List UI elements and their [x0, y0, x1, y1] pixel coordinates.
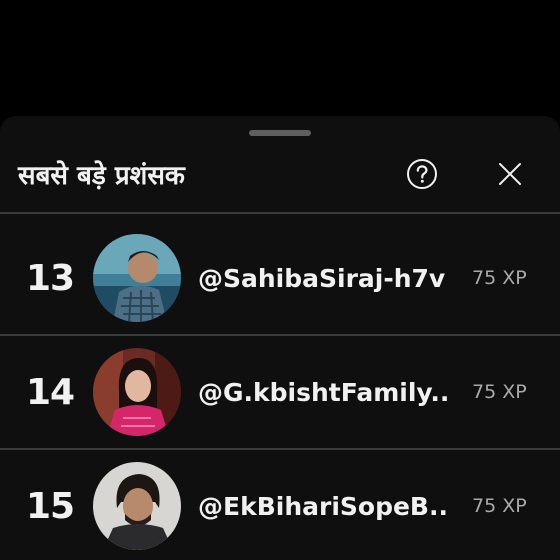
top-fans-sheet: सबसे बड़े प्रशंसक 13 @SahibaSiraj-h7v 75… [0, 116, 560, 560]
close-icon [499, 163, 521, 185]
fan-rank: 13 [25, 257, 75, 299]
drag-handle[interactable] [249, 130, 311, 136]
avatar[interactable] [93, 348, 181, 436]
fan-rank: 14 [25, 371, 75, 413]
fan-xp: 75 XP [472, 495, 527, 517]
sheet-title: सबसे बड़े प्रशंसक [18, 161, 185, 191]
header-divider [0, 212, 560, 214]
fan-row[interactable]: 15 @EkBihariSopeB... 75 XP [0, 450, 560, 560]
fan-rank: 15 [25, 485, 75, 527]
fan-handle[interactable]: @G.kbishtFamily... [198, 336, 448, 448]
avatar[interactable] [93, 234, 181, 322]
fan-handle[interactable]: @EkBihariSopeB... [198, 450, 448, 560]
avatar[interactable] [93, 462, 181, 550]
fan-xp: 75 XP [472, 267, 527, 289]
help-button[interactable] [406, 158, 438, 190]
screen: सबसे बड़े प्रशंसक 13 @SahibaSiraj-h7v 75… [0, 0, 560, 560]
fan-row[interactable]: 13 @SahibaSiraj-h7v 75 XP [0, 222, 560, 334]
close-button[interactable] [494, 158, 526, 190]
fan-handle[interactable]: @SahibaSiraj-h7v [198, 222, 448, 334]
fan-xp: 75 XP [472, 381, 527, 403]
sheet-header: सबसे बड़े प्रशंसक [0, 142, 560, 210]
question-circle-icon [407, 159, 437, 189]
fan-row[interactable]: 14 @G.kbishtFamily... 75 XP [0, 336, 560, 448]
